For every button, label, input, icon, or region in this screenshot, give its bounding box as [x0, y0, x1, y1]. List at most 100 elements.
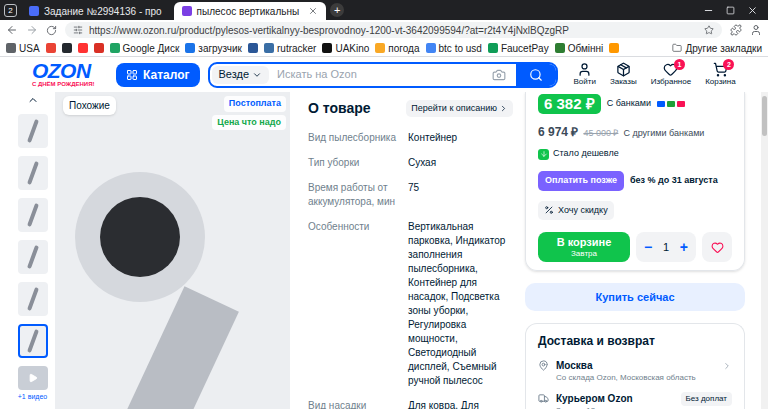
in-cart-button[interactable]: В корзинеЗавтра [538, 232, 630, 262]
new-tab-button[interactable]: + [330, 3, 344, 17]
search-button[interactable] [516, 64, 556, 86]
camera-icon[interactable] [492, 68, 506, 82]
bookmark[interactable] [62, 43, 72, 53]
minimize-icon[interactable] [703, 5, 714, 16]
close-icon[interactable] [308, 6, 318, 16]
thumbnail[interactable] [18, 240, 48, 274]
spec-row: Вид пылесборникаКонтейнер [308, 131, 513, 145]
bookmark[interactable] [248, 43, 258, 53]
thumbnail-list: +1 видео [15, 92, 50, 409]
list-price: 45 000 ₽ [583, 127, 618, 141]
bookmark-favicon-icon [264, 43, 274, 53]
back-icon[interactable] [6, 24, 18, 36]
forward-icon[interactable] [26, 24, 38, 36]
site-info-icon[interactable] [73, 25, 83, 35]
thumbnail[interactable] [18, 114, 48, 148]
header-nav-item[interactable]: Заказы [610, 62, 637, 87]
favorite-button[interactable] [702, 232, 732, 262]
specs-table: Вид пылесборникаКонтейнерТип уборкиСухая… [308, 131, 513, 409]
search-icon [529, 68, 543, 82]
delivery-row[interactable]: МоскваСо склада Ozon, Московская область [538, 359, 732, 383]
buy-now-button[interactable]: Купить сейчас [525, 283, 745, 311]
bookmark[interactable]: UAKino [322, 41, 369, 56]
delivery-badge: Без доплат [681, 392, 732, 406]
profile-icon[interactable] [750, 24, 762, 36]
tab-label: Задание №2994136 - про [44, 4, 162, 19]
maximize-icon[interactable] [726, 6, 735, 15]
specs-panel: О товареПерейти к описаниюВид пылесборни… [308, 92, 513, 409]
address-field[interactable]: https://www.ozon.ru/product/pylesos-vert… [65, 22, 722, 38]
bookmark-favicon-icon [6, 43, 16, 53]
pay-later-button[interactable]: Оплатить позже [538, 171, 624, 191]
bookmark[interactable]: btc to usd [426, 41, 482, 56]
package-icon [616, 62, 631, 77]
bookmark[interactable]: Обмінні [555, 41, 604, 56]
bookmark[interactable]: Google Диск [110, 41, 180, 56]
bookmark[interactable]: USA [6, 41, 40, 56]
bookmark-label: USA [19, 41, 40, 56]
price-card: 6 382 ₽С банками6 974 ₽45 000 ₽С другими… [525, 92, 745, 271]
spec-row: Вид насадки пылесосаДля ковра, Для мебел… [308, 399, 513, 409]
scrollbar-thumb[interactable] [762, 96, 767, 136]
thumbnail[interactable] [18, 282, 48, 316]
similar-chip[interactable]: Похожие [63, 96, 116, 115]
thumbnail[interactable] [18, 324, 48, 358]
bookmark-star-icon[interactable] [704, 25, 714, 35]
tab-counter[interactable]: 2 [4, 4, 17, 17]
grid-icon [126, 69, 138, 81]
tab-label: пылесос вертикальны [197, 4, 300, 19]
location-icon [538, 360, 549, 371]
header-nav-item[interactable]: Войти [574, 62, 596, 87]
browser-tab[interactable]: пылесос вертикальны [174, 2, 327, 20]
bank-icons [657, 101, 685, 107]
quantity-stepper: −1 + [636, 232, 696, 262]
catalog-button[interactable]: Каталог [116, 63, 200, 87]
bookmark[interactable] [78, 43, 88, 53]
product-image[interactable]: ПохожиеПостоплатаЦена что надо [55, 92, 290, 409]
chevron-up-icon[interactable] [27, 94, 39, 106]
browser-tab[interactable]: Задание №2994136 - про [21, 2, 170, 20]
increase-button[interactable]: + [680, 237, 688, 258]
thumbnail[interactable] [18, 198, 48, 232]
product-badge: Постоплата [224, 96, 286, 112]
bookmark[interactable] [94, 43, 104, 53]
search-input[interactable]: Искать на Ozon [271, 64, 491, 86]
bookmark[interactable]: FaucetPay [488, 41, 549, 56]
delivery-row[interactable]: Курьером OzonЗавтра, 13 июняБез доплат [538, 392, 732, 409]
header-nav-item[interactable]: Корзина2 [705, 62, 735, 87]
bookmark-label: Обмінні [568, 41, 604, 56]
thumbnail[interactable] [18, 156, 48, 190]
video-thumbnail[interactable]: +1 видео [18, 366, 48, 401]
go-to-description-button[interactable]: Перейти к описанию [406, 100, 513, 118]
bookmark[interactable] [46, 43, 56, 53]
favicon-icon [182, 6, 192, 16]
bookmark-favicon-icon [46, 43, 56, 53]
search-scope[interactable]: Везде [212, 66, 270, 84]
delivery-card: Доставка и возвратМоскваСо склада Ozon, … [525, 323, 745, 409]
want-discount-button[interactable]: Хочу скидку [538, 201, 614, 221]
scrollbar[interactable] [761, 92, 768, 409]
bookmark[interactable] [609, 43, 619, 53]
search-bar: ВездеИскать на Ozon [208, 62, 558, 88]
play-icon [28, 373, 38, 383]
bookmark-label: rutracker [277, 41, 316, 56]
ozon-logo[interactable]: OZONС ДНЁМ РОЖДЕНИЯ! [32, 61, 106, 88]
arrow-down-icon [540, 150, 548, 158]
bookmark-label: btc to usd [439, 41, 482, 56]
bookmark[interactable]: загрузчик [185, 41, 242, 56]
header-nav-item[interactable]: Избранное1 [651, 62, 692, 87]
extensions-icon[interactable] [730, 24, 742, 36]
decrease-button[interactable]: − [644, 237, 652, 258]
url-text: https://www.ozon.ru/product/pylesos-vert… [89, 23, 569, 38]
bookmark[interactable]: rutracker [264, 41, 316, 56]
tab-strip: 2 Задание №2994136 - про пылесос вертикаль… [0, 0, 768, 20]
quantity: 1 [663, 239, 669, 256]
close-window-icon[interactable] [747, 5, 758, 16]
bookmark[interactable]: погода [375, 41, 419, 56]
bookmark-favicon-icon [110, 43, 120, 53]
window-controls [703, 5, 764, 16]
other-bookmarks[interactable]: Другие закладки [672, 41, 762, 56]
reload-icon[interactable] [46, 25, 57, 36]
header-nav: Войти Заказы Избранное1 Корзина2 [574, 62, 736, 87]
bookmark-favicon-icon [185, 43, 195, 53]
